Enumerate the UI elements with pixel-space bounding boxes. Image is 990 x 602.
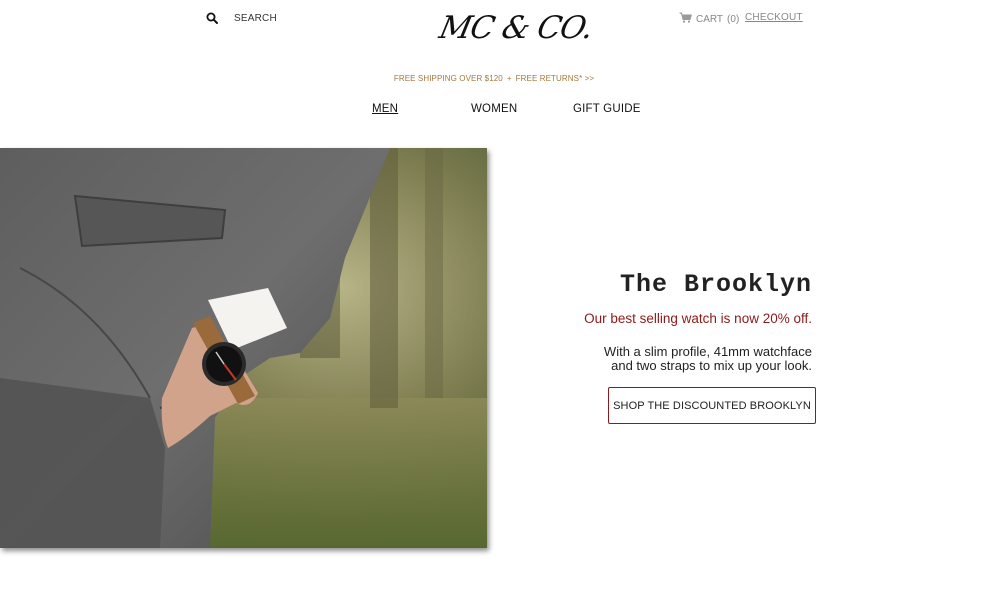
search-label: SEARCH [234,12,277,24]
cart-link[interactable]: CART (0) [679,12,739,26]
description-line-1: With a slim profile, 41mm watchface [603,344,812,359]
checkout-link[interactable]: CHECKOUT [745,12,803,23]
product-title: The Brooklyn [619,270,812,299]
search-icon [206,12,218,24]
search-button[interactable]: SEARCH [206,12,277,24]
product-description: With a slim profile, 41mm watchface and … [560,345,812,373]
nav-item-women[interactable]: WOMEN [471,103,517,115]
cart-icon [679,12,692,26]
hero-image[interactable] [0,148,487,548]
description-line-2: and two straps to mix up your look. [611,358,812,373]
main-nav: MEN WOMEN GIFT GUIDE [0,103,990,119]
promo-separator: + [506,74,512,83]
logo-text: MC & CO. [436,10,596,46]
free-shipping-text: FREE SHIPPING OVER $120 [393,74,503,83]
promo-banner[interactable]: FREE SHIPPING OVER $120 + FREE RETURNS* >> [0,74,988,83]
nav-item-men[interactable]: MEN [372,103,398,115]
cart-label: CART [696,13,724,25]
brand-logo[interactable]: MC & CO. [436,8,596,48]
shop-discounted-brooklyn-button[interactable]: SHOP THE DISCOUNTED BROOKLYN [608,387,816,424]
cart-count: (0) [727,13,740,25]
free-returns-link[interactable]: FREE RETURNS* >> [516,74,595,83]
nav-item-gift-guide[interactable]: GIFT GUIDE [573,103,641,115]
discount-text: Our best selling watch is now 20% off. [584,311,812,326]
